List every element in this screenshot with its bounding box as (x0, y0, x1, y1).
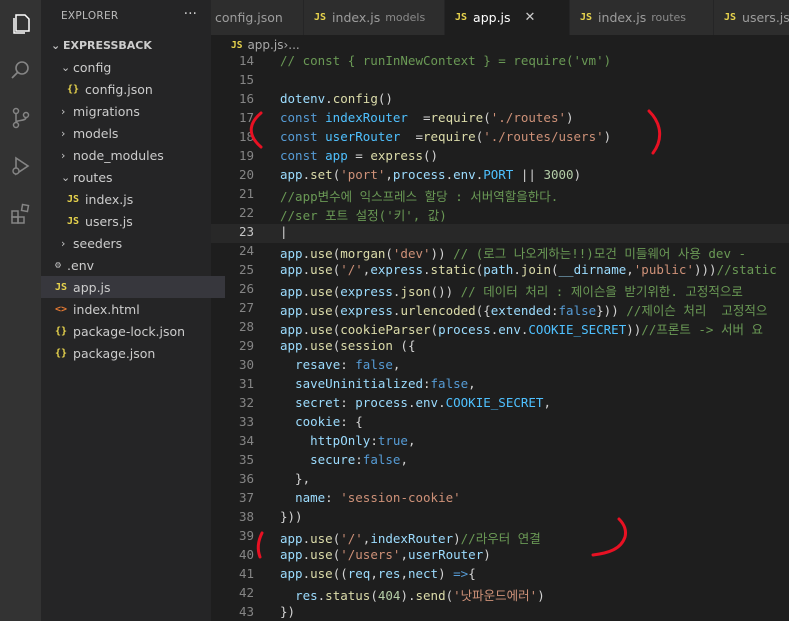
tab-config-json[interactable]: config.json (211, 0, 304, 35)
env-file-icon: ⚙ (55, 259, 62, 271)
tree-item-index-js[interactable]: JS index.js (41, 188, 237, 210)
chevron-down-icon: ⌄ (61, 170, 71, 184)
tab-label: config.json (215, 10, 283, 25)
tree-item-routes[interactable]: ⌄ routes (41, 166, 231, 188)
explorer-icon[interactable] (0, 6, 41, 42)
explorer-sidebar: EXPLORER ··· ⌄ EXPRESSBACK ⌄ config{} config… (41, 0, 225, 621)
tree-item-label: seeders (73, 235, 123, 251)
tree-item-label: package.json (73, 345, 156, 361)
tree-item-label: migrations (73, 103, 140, 119)
js-file-icon: JS (231, 39, 243, 51)
tree-item-label: config (73, 59, 112, 75)
annotation-left-mark (256, 531, 264, 559)
run-debug-icon[interactable] (0, 148, 41, 184)
tab-app-js[interactable]: JS app.js ✕ (445, 0, 570, 35)
chevron-down-icon: ⌄ (61, 60, 71, 74)
chevron-right-icon: › (61, 148, 66, 162)
tree-item-models[interactable]: › models (41, 122, 231, 144)
tree-item-users-js[interactable]: JS users.js (41, 210, 237, 232)
tree-item-seeders[interactable]: › seeders (41, 232, 231, 254)
chevron-right-icon: › (61, 126, 66, 140)
red-annotation-marks (249, 109, 662, 559)
json-file-icon: {} (55, 325, 68, 337)
tree-item-label: index.html (73, 301, 140, 317)
tree-item-package-lock-json[interactable]: {} package-lock.json (41, 320, 225, 342)
tree-item-migrations[interactable]: › migrations (41, 100, 231, 122)
tab-description: routes (651, 11, 687, 24)
tree-item-label: .env (67, 257, 95, 273)
tree-item-label: node_modules (73, 147, 164, 163)
breadcrumb-symbol[interactable]: ... (288, 38, 299, 52)
code-editor[interactable]: 14// const { runInNewContext } = require… (211, 55, 789, 621)
tree-item-label: index.js (85, 191, 134, 207)
tree-item-package-json[interactable]: {} package.json (41, 342, 225, 364)
tree-item-expressback[interactable]: ⌄ EXPRESSBACK (41, 34, 221, 56)
annotation-right-bracket (647, 109, 662, 155)
source-control-icon[interactable] (0, 100, 41, 136)
tree-item-label: config.json (85, 81, 153, 97)
tree-item-label: package-lock.json (73, 323, 186, 339)
tree-item-label: routes (73, 169, 113, 185)
tree-item-config[interactable]: ⌄ config (41, 56, 231, 78)
json-file-icon: {} (67, 83, 80, 95)
js-file-icon: JS (314, 12, 327, 23)
js-file-icon: JS (724, 12, 737, 23)
tree-item-config-json[interactable]: {} config.json (41, 78, 237, 100)
chevron-right-icon: › (61, 104, 66, 118)
js-file-icon: JS (580, 12, 593, 23)
explorer-title: EXPLORER (61, 10, 119, 22)
tree-item--env[interactable]: ⚙ .env (41, 254, 225, 276)
tab-label: index.js (598, 10, 647, 25)
tab-index-js-routes[interactable]: JS index.js routes (570, 0, 714, 35)
breadcrumb: JS app.js › ... (211, 35, 789, 55)
chevron-right-icon: › (61, 236, 66, 250)
tree-item-app-js[interactable]: JS app.js (41, 276, 225, 298)
tab-users-js[interactable]: JS users.js (714, 0, 789, 35)
extensions-icon[interactable] (0, 196, 41, 232)
tab-label: index.js (332, 10, 381, 25)
js-file-icon: JS (67, 215, 80, 227)
activity-bar (0, 0, 41, 621)
tab-index-js-models[interactable]: JS index.js models (304, 0, 445, 35)
tab-label: users.js (742, 10, 789, 25)
js-file-icon: JS (455, 12, 468, 23)
tab-description: models (385, 11, 426, 24)
annotation-left-bracket (249, 111, 263, 149)
tree-item-label: EXPRESSBACK (63, 38, 152, 52)
annotation-underline (591, 517, 627, 557)
tree-item-label: app.js (73, 279, 111, 295)
tree-item-label: models (73, 125, 119, 141)
html-file-icon: <> (55, 303, 68, 315)
tree-item-label: users.js (85, 213, 133, 229)
json-file-icon: {} (55, 347, 68, 359)
js-file-icon: JS (55, 281, 68, 293)
close-icon[interactable]: ✕ (525, 10, 536, 25)
tab-label: app.js (473, 10, 511, 25)
chevron-down-icon: ⌄ (51, 38, 61, 52)
tree-item-index-html[interactable]: <> index.html (41, 298, 225, 320)
js-file-icon: JS (67, 193, 80, 205)
tab-bar: config.json JS index.js models JS app.js… (211, 0, 789, 35)
tree-item-node-modules[interactable]: › node_modules (41, 144, 231, 166)
breadcrumb-file[interactable]: app.js (247, 38, 283, 52)
more-actions-icon[interactable]: ··· (184, 6, 197, 22)
search-icon[interactable] (0, 52, 41, 88)
